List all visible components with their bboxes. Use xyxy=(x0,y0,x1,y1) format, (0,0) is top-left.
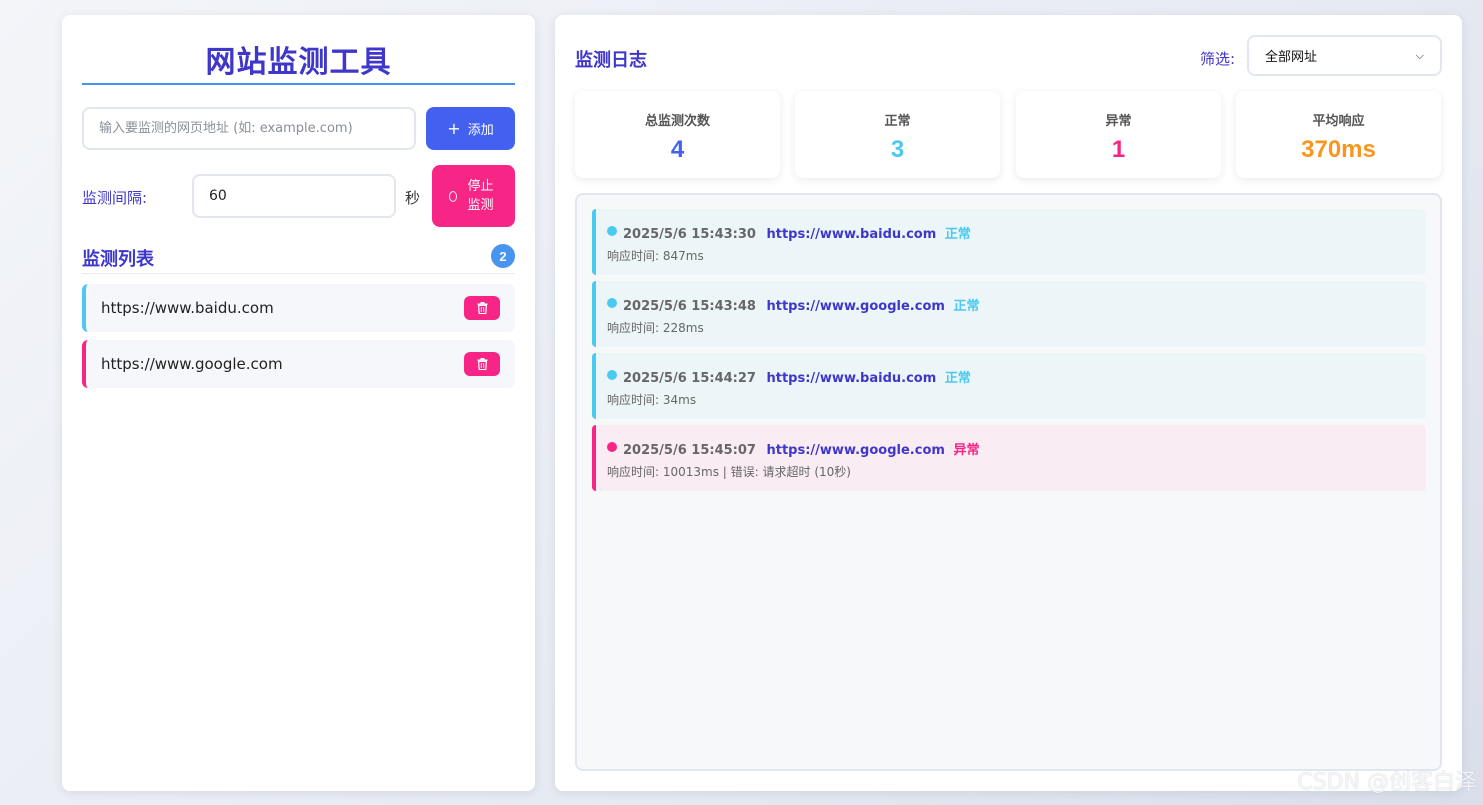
log-list[interactable]: 2025/5/6 15:43:30 https://www.baidu.com … xyxy=(575,193,1442,771)
log-detail: 响应时间: 10013ms | 错误: 请求超时 (10秒) xyxy=(607,465,851,479)
stats-row: 总监测次数 4 正常 3 异常 1 平均响应 370ms xyxy=(575,91,1442,178)
app-title: 网站监测工具 xyxy=(82,15,515,85)
monitor-count-badge: 2 xyxy=(491,244,515,268)
stop-monitor-button[interactable]: 停止监测 xyxy=(432,165,515,227)
status-dot xyxy=(607,370,617,380)
monitor-list-title: 监测列表 xyxy=(82,249,154,270)
interval-input[interactable] xyxy=(192,174,396,218)
status-dot xyxy=(607,298,617,308)
stat-value: 3 xyxy=(890,136,905,163)
log-status: 正常 xyxy=(944,371,971,386)
log-url: https://www.baidu.com xyxy=(766,371,937,386)
stat-label: 平均响应 xyxy=(1312,114,1365,129)
stat-card-avg-response: 平均响应 370ms xyxy=(1236,91,1441,178)
log-detail: 响应时间: 847ms xyxy=(607,249,704,263)
log-detail: 响应时间: 228ms xyxy=(607,321,704,335)
log-url: https://www.google.com xyxy=(766,299,945,314)
stat-value: 1 xyxy=(1111,136,1126,163)
stat-value: 4 xyxy=(670,136,685,163)
monitored-url: https://www.baidu.com xyxy=(101,299,274,317)
status-dot xyxy=(607,226,617,236)
log-entry-header: 2025/5/6 15:43:30 https://www.baidu.com … xyxy=(623,223,971,242)
stat-label: 异常 xyxy=(1105,114,1132,129)
interval-row: 监测间隔: 秒 停止监测 xyxy=(82,165,515,227)
plus-icon: + xyxy=(447,118,461,138)
spinner-icon xyxy=(448,190,457,202)
log-entry: 2025/5/6 15:45:07 https://www.google.com… xyxy=(592,425,1426,491)
log-title: 监测日志 xyxy=(575,50,647,71)
add-button-label: 添加 xyxy=(467,123,494,138)
list-item: https://www.google.com xyxy=(82,340,515,388)
log-url: https://www.baidu.com xyxy=(766,227,937,242)
log-time: 2025/5/6 15:43:48 xyxy=(623,299,756,314)
trash-icon xyxy=(477,358,487,370)
stat-label: 正常 xyxy=(884,114,911,129)
log-time: 2025/5/6 15:44:27 xyxy=(623,371,756,386)
monitored-url: https://www.google.com xyxy=(101,355,283,373)
log-entry-header: 2025/5/6 15:44:27 https://www.baidu.com … xyxy=(623,367,971,386)
watermark: CSDN @创客白泽 xyxy=(1297,770,1477,795)
stat-card-error: 异常 1 xyxy=(1016,91,1221,178)
monitor-list-header: 监测列表 2 xyxy=(82,243,515,274)
log-entry-header: 2025/5/6 15:43:48 https://www.google.com… xyxy=(623,295,979,314)
log-entry: 2025/5/6 15:44:27 https://www.baidu.com … xyxy=(592,353,1426,419)
log-time: 2025/5/6 15:43:30 xyxy=(623,227,756,242)
log-entry: 2025/5/6 15:43:30 https://www.baidu.com … xyxy=(592,209,1426,275)
log-url: https://www.google.com xyxy=(766,443,945,458)
status-dot xyxy=(607,442,617,452)
add-button[interactable]: + 添加 xyxy=(426,107,515,150)
filter-select[interactable]: 全部网址 ⌵ xyxy=(1247,35,1442,76)
log-status: 正常 xyxy=(944,227,971,242)
trash-icon xyxy=(477,302,487,314)
list-item: https://www.baidu.com xyxy=(82,284,515,332)
interval-label: 监测间隔: xyxy=(82,189,148,207)
log-entry-header: 2025/5/6 15:45:07 https://www.google.com… xyxy=(623,439,979,458)
log-status: 正常 xyxy=(953,299,980,314)
stat-card-total: 总监测次数 4 xyxy=(575,91,780,178)
monitor-config-panel: 网站监测工具 + 添加 监测间隔: 秒 停止监测 监测列表 2 https://… xyxy=(62,15,535,791)
filter-label: 筛选: xyxy=(1200,50,1236,68)
stat-value: 370ms xyxy=(1301,136,1376,163)
add-url-row: + 添加 xyxy=(82,107,515,150)
monitor-log-panel: 监测日志 筛选: 全部网址 ⌵ 总监测次数 4 正常 3 异常 1 平均响应 3… xyxy=(555,15,1462,791)
log-time: 2025/5/6 15:45:07 xyxy=(623,443,756,458)
filter-selected-value: 全部网址 xyxy=(1265,50,1318,65)
delete-button[interactable] xyxy=(464,352,500,376)
monitor-list: https://www.baidu.com https://www.google… xyxy=(82,284,515,396)
url-input[interactable] xyxy=(82,107,416,150)
interval-unit: 秒 xyxy=(405,189,421,207)
delete-button[interactable] xyxy=(464,296,500,320)
stat-label: 总监测次数 xyxy=(644,114,710,129)
chevron-down-icon: ⌵ xyxy=(1415,48,1424,62)
log-detail: 响应时间: 34ms xyxy=(607,393,697,407)
log-entry: 2025/5/6 15:43:48 https://www.google.com… xyxy=(592,281,1426,347)
log-status: 异常 xyxy=(953,443,980,458)
stat-card-normal: 正常 3 xyxy=(795,91,1000,178)
stop-button-label: 停止监测 xyxy=(467,179,494,213)
